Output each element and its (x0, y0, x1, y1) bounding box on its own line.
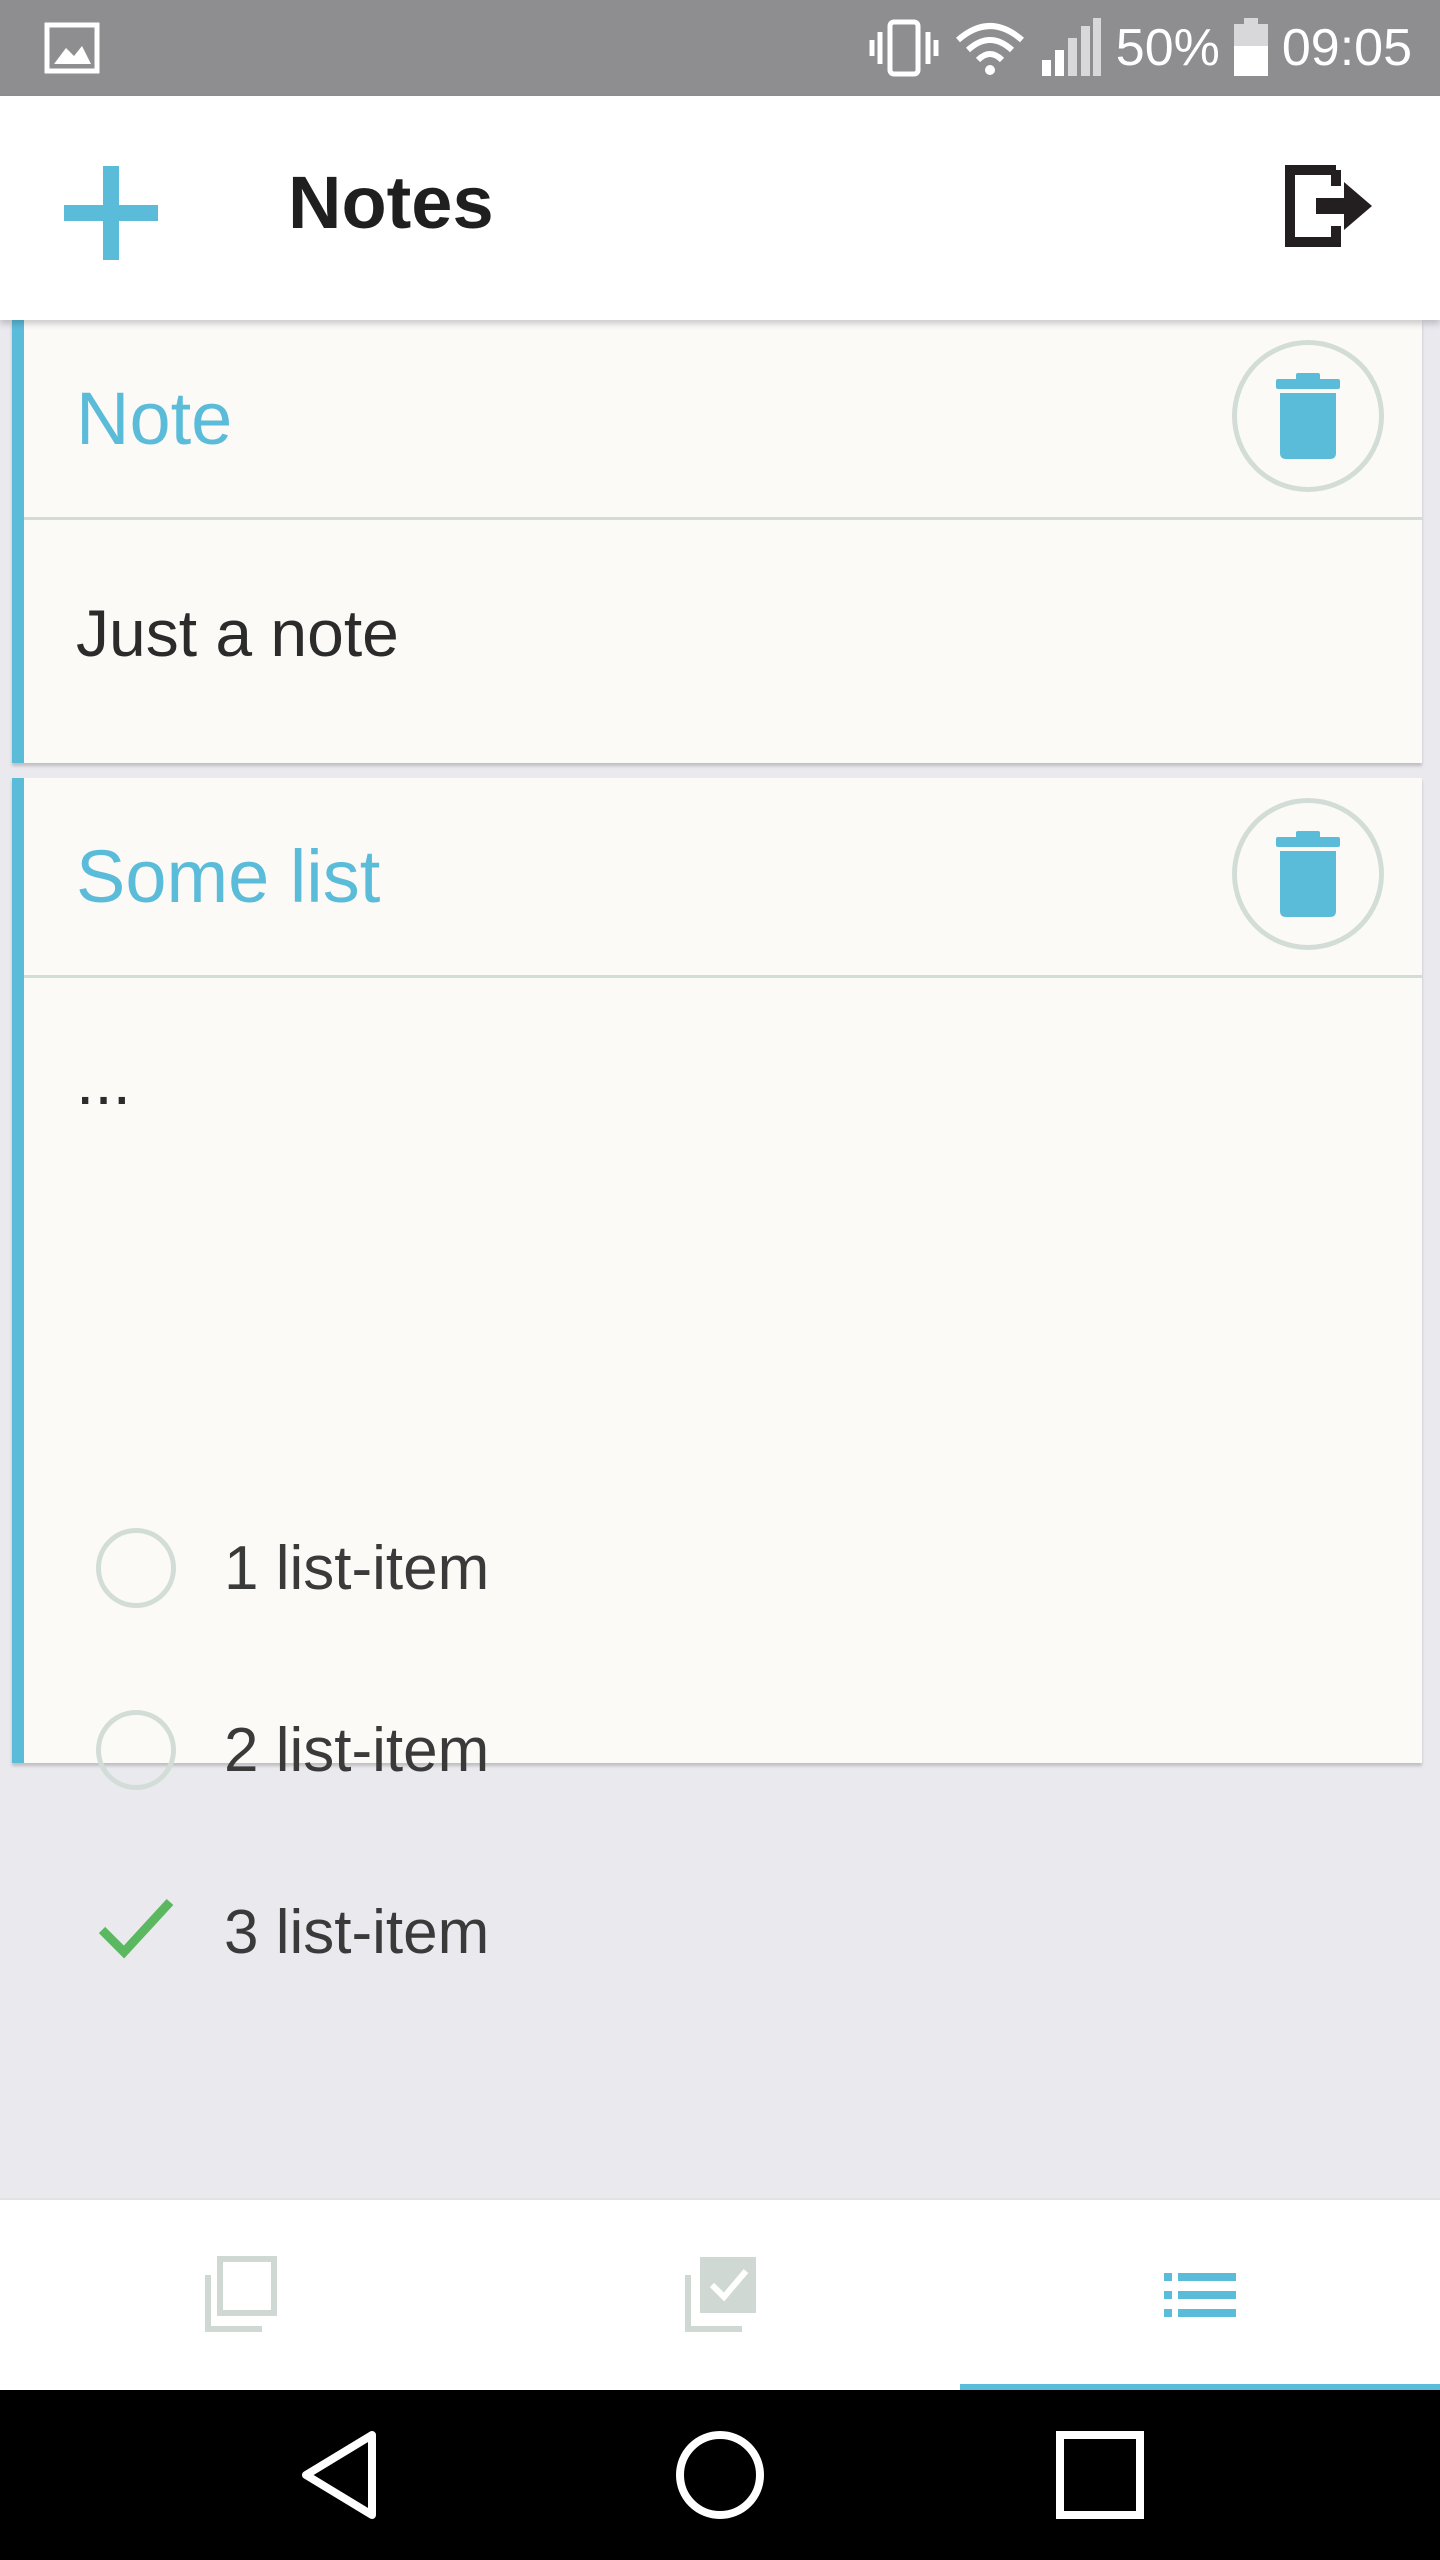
signal-icon (1041, 18, 1101, 76)
list-item[interactable]: 2 list-item (76, 1690, 1376, 1810)
clock: 09:05 (1281, 19, 1412, 77)
add-note-button[interactable] (56, 158, 166, 268)
home-icon[interactable] (670, 2425, 770, 2525)
logout-icon (1285, 165, 1372, 247)
notes-tab-icon (205, 2256, 277, 2332)
tab-checklist[interactable] (480, 2200, 960, 2390)
back-icon[interactable] (292, 2425, 392, 2525)
unchecked-circle-icon[interactable] (96, 1710, 176, 1790)
note-card[interactable]: Note Just a note (12, 320, 1422, 763)
vibrate-icon (869, 19, 939, 77)
trash-icon (1276, 831, 1340, 917)
list-description: ... (76, 1044, 132, 1118)
list-card-header: Some list (24, 778, 1422, 978)
notes-list[interactable]: Note Just a note Some list ... 1 list-it… (0, 320, 1440, 2198)
note-card-header: Note (24, 320, 1422, 520)
list-tab-icon (1164, 2273, 1236, 2317)
note-title: Note (76, 377, 233, 460)
list-item-label: 2 list-item (224, 1716, 490, 1785)
list-item[interactable]: 1 list-item (76, 1508, 1376, 1628)
logout-button[interactable] (1280, 156, 1380, 256)
list-card[interactable]: Some list ... 1 list-item 2 list-item 3 … (12, 778, 1422, 1964)
status-icons: 50% 09:05 (854, 0, 1412, 96)
plus-icon (64, 166, 158, 260)
tab-notes[interactable] (0, 2200, 480, 2390)
list-item-label: 1 list-item (224, 1534, 490, 1603)
note-body: Just a note (76, 596, 399, 670)
app-bar: Notes (0, 96, 1440, 320)
page-title: Notes (288, 161, 494, 244)
status-bar: 50% 09:05 (0, 0, 1440, 96)
system-navigation-bar (0, 2390, 1440, 2560)
unchecked-circle-icon[interactable] (96, 1528, 176, 1608)
delete-list-button[interactable] (1232, 798, 1384, 950)
gallery-notification-icon (44, 22, 100, 74)
wifi-icon (955, 23, 1024, 75)
trash-icon (1276, 373, 1340, 459)
list-item-label: 3 list-item (224, 1898, 490, 1967)
recents-icon[interactable] (1050, 2425, 1150, 2525)
list-item[interactable]: 3 list-item (76, 1872, 1376, 1992)
checklist-tab-icon (685, 2257, 756, 2332)
delete-note-button[interactable] (1232, 340, 1384, 492)
tab-list[interactable] (960, 2200, 1440, 2390)
battery-percent: 50% (1115, 19, 1220, 77)
bottom-tab-bar (0, 2198, 1440, 2392)
battery-icon (1233, 18, 1268, 76)
list-title: Some list (76, 835, 381, 918)
checkmark-icon[interactable] (96, 1894, 176, 1964)
